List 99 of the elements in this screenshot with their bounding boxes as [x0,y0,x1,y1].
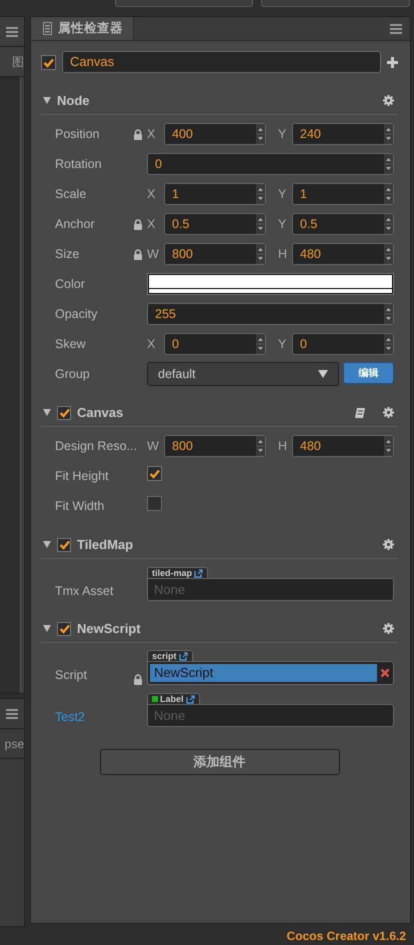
component-title: Node [57,92,90,110]
tag-text: Label [160,694,184,704]
spinner-arrows-icon[interactable] [256,334,265,354]
tag-text: script [152,652,177,660]
collapse-arrow-icon[interactable] [43,409,51,416]
tag-text: tiled-map [152,568,192,578]
property-label: Fit Height [55,468,110,485]
axis-label: W [147,438,160,455]
external-link-icon[interactable] [194,568,204,578]
property-label: Script [55,667,88,684]
color-swatch[interactable] [147,273,394,295]
check-icon [148,467,161,480]
caret-icon [318,370,328,378]
axis-label: W [147,246,160,263]
number-field[interactable]: 400 [164,123,266,145]
settings-icon[interactable] [383,623,394,634]
add-icon[interactable] [387,56,398,68]
checkbox[interactable] [147,496,162,511]
book-icon[interactable] [355,408,365,418]
number-field[interactable]: 800 [164,435,266,457]
number-field[interactable]: 1 [164,183,266,205]
spinner-arrows-icon[interactable] [384,184,393,204]
checkbox[interactable] [147,466,162,482]
check-icon [58,538,70,551]
number-field[interactable]: 0.5 [164,213,266,235]
spinner-arrows-icon[interactable] [256,124,265,144]
number-field[interactable]: 480 [292,243,394,265]
property-label: Tmx Asset [55,583,114,600]
axis-label: Y [277,216,288,233]
spinner-arrows-icon[interactable] [256,214,265,234]
spinner-arrows-icon[interactable] [256,244,265,264]
component-title: NewScript [77,620,142,638]
axis-label: Y [277,186,288,203]
external-link-icon[interactable] [178,652,188,660]
number-field[interactable]: 240 [292,123,394,145]
collapse-arrow-icon[interactable] [43,541,51,548]
spinner-arrows-icon[interactable] [384,154,393,174]
edit-button[interactable]: 编辑 [343,362,394,384]
group-dropdown[interactable]: default [147,362,339,386]
menu-icon[interactable] [390,24,402,34]
settings-icon[interactable] [383,539,394,550]
close-icon[interactable] [379,667,391,679]
spinner-arrows-icon[interactable] [384,124,393,144]
external-link-icon[interactable] [186,694,195,704]
script-value[interactable]: NewScript [150,664,377,682]
axis-label: X [147,336,156,353]
component-title: TiledMap [77,536,134,554]
property-label: Rotation [55,156,103,173]
number-field[interactable]: 0 [164,333,266,355]
property-label: Opacity [55,306,98,323]
axis-label: X [147,186,156,203]
checkbox[interactable] [57,622,71,636]
checkbox[interactable] [57,538,71,552]
property-label: Scale [55,186,88,203]
property-label: Anchor [55,216,96,233]
axis-label: H [277,438,288,455]
number-field[interactable]: 0.5 [292,213,394,235]
version-text: Cocos Creator v1.6.2 [286,928,406,945]
panel-title: 图 [12,54,24,70]
spinner-arrows-icon[interactable] [384,304,393,324]
panel-tab[interactable]: 属性检查器 [31,17,134,40]
property-label: Color [55,276,86,293]
menu-icon[interactable] [6,26,18,36]
number-field[interactable]: 800 [164,243,266,265]
checkbox[interactable] [41,54,56,70]
menu-icon[interactable] [6,708,18,718]
number-field[interactable]: 255 [147,303,394,325]
number-field[interactable]: 0 [147,153,394,175]
property-label: Group [55,366,91,383]
axis-label: Y [277,126,288,143]
number-field[interactable]: 0 [292,333,394,355]
settings-icon[interactable] [383,95,394,106]
property-label: Size [55,246,80,263]
number-field[interactable]: 480 [292,435,394,457]
checkbox[interactable] [57,406,71,420]
collapse-arrow-icon[interactable] [43,625,51,632]
collapse-arrow-icon[interactable] [43,97,51,104]
axis-label: X [147,216,156,233]
check-icon [58,406,70,419]
property-label: Fit Width [55,498,106,515]
axis-label: X [147,126,156,143]
spinner-arrows-icon[interactable] [384,436,393,456]
component-title: Canvas [77,404,124,422]
property-label: Position [55,126,100,143]
add-component-button[interactable]: 添加组件 [100,749,340,775]
spinner-arrows-icon[interactable] [384,334,393,354]
settings-icon[interactable] [383,407,394,418]
spinner-arrows-icon[interactable] [256,436,265,456]
axis-label: Y [277,336,288,353]
check-icon [58,622,70,635]
property-label: Skew [55,336,87,353]
panel-button-text[interactable]: pse [4,734,24,752]
number-field[interactable]: 1 [292,183,394,205]
spinner-arrows-icon[interactable] [256,184,265,204]
list-icon [43,22,52,35]
axis-label: H [277,246,288,263]
node-name-field[interactable]: Canvas [62,51,381,73]
spinner-arrows-icon[interactable] [384,244,393,264]
spinner-arrows-icon[interactable] [384,214,393,234]
